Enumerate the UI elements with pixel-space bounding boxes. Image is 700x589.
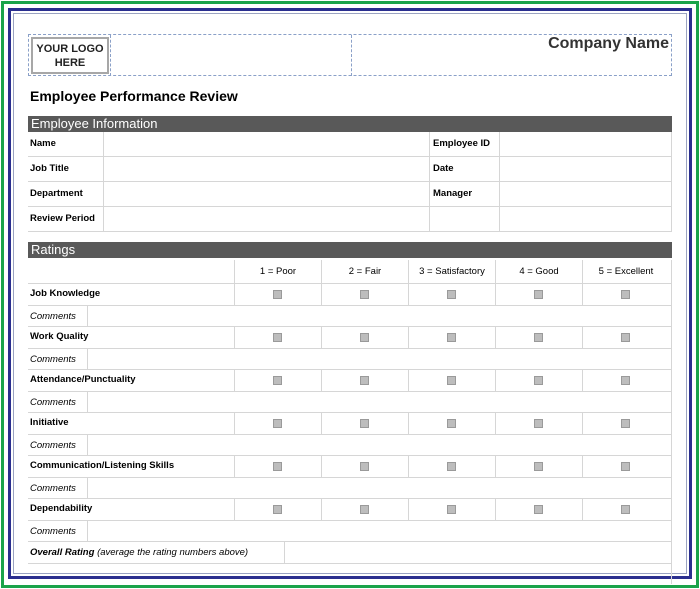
comments-label: Comments bbox=[30, 520, 88, 542]
info-row: Department Manager bbox=[28, 182, 672, 207]
overall-rating-label: Overall Rating (average the rating numbe… bbox=[30, 542, 248, 564]
rating-checkbox[interactable] bbox=[360, 333, 369, 342]
criterion-label: Initiative bbox=[30, 417, 69, 428]
rating-row-initiative: Initiative bbox=[28, 413, 672, 435]
rating-row-work-quality: Work Quality bbox=[28, 327, 672, 349]
scale-label: 2 = Fair bbox=[321, 260, 408, 284]
comments-label: Comments bbox=[30, 477, 88, 499]
section-header-ratings: Ratings bbox=[28, 242, 672, 258]
rating-checkbox[interactable] bbox=[360, 462, 369, 471]
comments-row[interactable]: Comments bbox=[28, 348, 672, 370]
field-label-manager: Manager bbox=[433, 188, 473, 199]
rating-checkbox[interactable] bbox=[534, 376, 543, 385]
rating-checkbox[interactable] bbox=[447, 290, 456, 299]
rating-checkbox[interactable] bbox=[447, 333, 456, 342]
info-row: Job Title Date bbox=[28, 157, 672, 182]
ratings-grid: 1 = Poor 2 = Fair 3 = Satisfactory 4 = G… bbox=[28, 260, 672, 564]
rating-checkbox[interactable] bbox=[534, 333, 543, 342]
rating-row-attendance: Attendance/Punctuality bbox=[28, 370, 672, 392]
rating-checkbox[interactable] bbox=[621, 333, 630, 342]
logo-placeholder: YOUR LOGO HERE bbox=[31, 37, 109, 74]
rating-checkbox[interactable] bbox=[273, 505, 282, 514]
comments-row[interactable]: Comments bbox=[28, 391, 672, 413]
info-row: Name Employee ID bbox=[28, 132, 672, 157]
employee-info-grid: Name Employee ID Job Title Date Departme… bbox=[28, 132, 672, 232]
rating-checkbox[interactable] bbox=[360, 505, 369, 514]
rating-checkbox[interactable] bbox=[534, 419, 543, 428]
criterion-label: Attendance/Punctuality bbox=[30, 374, 136, 385]
header-divider bbox=[351, 35, 352, 76]
scale-label: 1 = Poor bbox=[234, 260, 321, 284]
logo-line1: YOUR LOGO bbox=[36, 42, 104, 55]
comments-label: Comments bbox=[30, 434, 88, 456]
criterion-label: Communication/Listening Skills bbox=[30, 460, 175, 471]
header-row: YOUR LOGO HERE Company Name bbox=[28, 34, 672, 76]
comments-label: Comments bbox=[30, 348, 88, 370]
grid-line bbox=[103, 132, 104, 232]
section-header-employee-info: Employee Information bbox=[28, 116, 672, 132]
criterion-label: Dependability bbox=[30, 503, 93, 514]
rating-checkbox[interactable] bbox=[621, 505, 630, 514]
grid-line bbox=[284, 542, 285, 564]
scale-label: 5 = Excellent bbox=[582, 260, 669, 284]
rating-checkbox[interactable] bbox=[273, 419, 282, 428]
rating-checkbox[interactable] bbox=[273, 462, 282, 471]
field-label-employee-id: Employee ID bbox=[433, 138, 491, 149]
rating-row-job-knowledge: Job Knowledge bbox=[28, 284, 672, 306]
rating-row-dependability: Dependability bbox=[28, 499, 672, 521]
rating-checkbox[interactable] bbox=[447, 419, 456, 428]
rating-checkbox[interactable] bbox=[360, 419, 369, 428]
rating-checkbox[interactable] bbox=[621, 290, 630, 299]
rating-checkbox[interactable] bbox=[621, 376, 630, 385]
comments-row[interactable]: Comments bbox=[28, 434, 672, 456]
rating-checkbox[interactable] bbox=[360, 376, 369, 385]
field-label-date: Date bbox=[433, 163, 454, 174]
comments-label: Comments bbox=[30, 305, 88, 327]
rating-row-communication: Communication/Listening Skills bbox=[28, 456, 672, 478]
rating-checkbox[interactable] bbox=[447, 462, 456, 471]
scale-label: 4 = Good bbox=[495, 260, 582, 284]
logo-line2: HERE bbox=[54, 56, 86, 69]
comments-row[interactable]: Comments bbox=[28, 477, 672, 499]
rating-checkbox[interactable] bbox=[621, 462, 630, 471]
ratings-scale-header: 1 = Poor 2 = Fair 3 = Satisfactory 4 = G… bbox=[28, 260, 672, 284]
rating-checkbox[interactable] bbox=[447, 376, 456, 385]
field-label-department: Department bbox=[30, 188, 83, 199]
grid-line bbox=[429, 132, 430, 232]
rating-checkbox[interactable] bbox=[534, 290, 543, 299]
field-label-job-title: Job Title bbox=[30, 163, 69, 174]
field-label-name: Name bbox=[30, 138, 56, 149]
header-divider bbox=[110, 35, 111, 76]
rating-checkbox[interactable] bbox=[534, 505, 543, 514]
grid-line bbox=[671, 132, 672, 232]
scale-label: 3 = Satisfactory bbox=[408, 260, 495, 284]
rating-checkbox[interactable] bbox=[273, 376, 282, 385]
rating-checkbox[interactable] bbox=[621, 419, 630, 428]
page-title: Employee Performance Review bbox=[30, 88, 238, 104]
criterion-label: Job Knowledge bbox=[30, 288, 101, 299]
comments-label: Comments bbox=[30, 391, 88, 413]
overall-rating-note: (average the rating numbers above) bbox=[97, 547, 249, 558]
criterion-label: Work Quality bbox=[30, 331, 89, 342]
overall-rating-title: Overall Rating bbox=[30, 547, 95, 558]
rating-checkbox[interactable] bbox=[447, 505, 456, 514]
grid-line bbox=[499, 132, 500, 232]
rating-checkbox[interactable] bbox=[360, 290, 369, 299]
info-row: Review Period bbox=[28, 207, 672, 232]
field-label-review-period: Review Period bbox=[30, 213, 95, 224]
comments-row[interactable]: Comments bbox=[28, 520, 672, 542]
overall-rating-row[interactable]: Overall Rating (average the rating numbe… bbox=[28, 542, 672, 564]
comments-row[interactable]: Comments bbox=[28, 305, 672, 327]
rating-checkbox[interactable] bbox=[273, 333, 282, 342]
rating-checkbox[interactable] bbox=[534, 462, 543, 471]
company-name[interactable]: Company Name bbox=[548, 35, 669, 53]
rating-checkbox[interactable] bbox=[273, 290, 282, 299]
grid-line bbox=[671, 260, 672, 584]
